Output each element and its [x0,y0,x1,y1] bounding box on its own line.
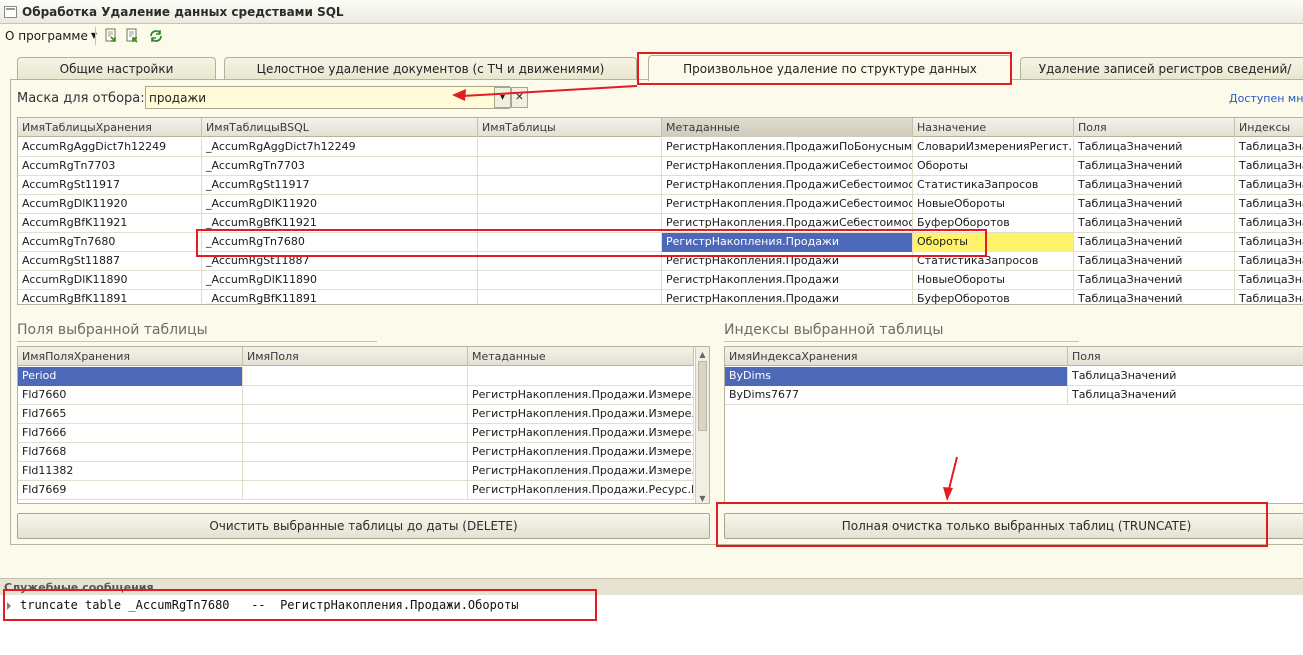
annotation-arrowheads [452,89,953,501]
arrowhead-truncate [943,487,953,501]
arrowhead-filter [452,89,466,101]
